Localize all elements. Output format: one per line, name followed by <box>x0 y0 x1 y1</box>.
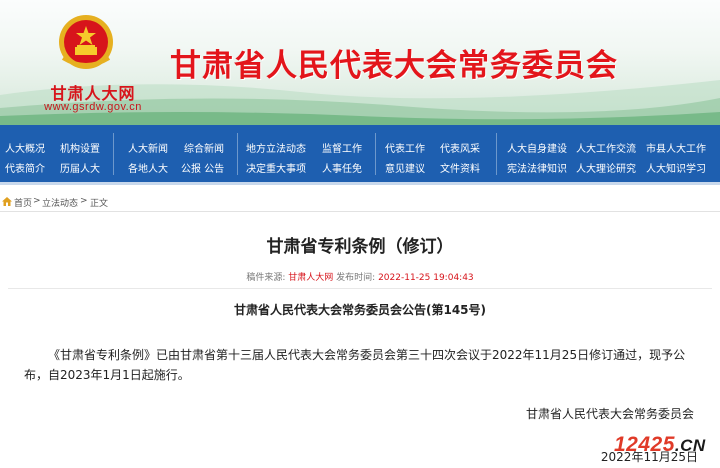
watermark-suffix: .CN <box>674 436 706 455</box>
nav-item-xianfa-falv[interactable]: 宪法法律知识 <box>507 160 567 175</box>
nav-item-renshi-renmian[interactable]: 人事任免 <box>322 160 362 175</box>
nav-item-gedi-renda[interactable]: 各地人大 <box>128 160 168 175</box>
nav-item-jigou-shezhi[interactable]: 机构设置 <box>60 140 100 155</box>
breadcrumb: 首页 > 立法动态 > 正文 <box>0 196 720 210</box>
nav-item-lilun-yanjiu[interactable]: 人大理论研究 <box>576 160 636 175</box>
nav-item-lifa-dongtai[interactable]: 地方立法动态 <box>246 140 306 155</box>
nav-item-daibiao-jianjie[interactable]: 代表简介 <box>5 160 45 175</box>
publish-time: 2022-11-25 19:04:43 <box>378 273 474 283</box>
announcement-title: 甘肃省人民代表大会常务委员会公告(第145号) <box>233 303 487 317</box>
nav-separator <box>113 133 114 175</box>
source-link[interactable]: 甘肃人大网 <box>288 273 333 283</box>
article-signature: 甘肃省人民代表大会常务委员会 <box>525 407 694 421</box>
nav-item-yijian-jianyi[interactable]: 意见建议 <box>385 160 425 175</box>
nav-item-lijie-renda[interactable]: 历届人大 <box>60 160 100 175</box>
nav-item-daibiao-fengcai[interactable]: 代表风采 <box>440 140 480 155</box>
source-label: 稿件来源: <box>246 273 286 283</box>
breadcrumb-separator: > <box>33 196 41 206</box>
nav-item-wenjian-ziliao[interactable]: 文件资料 <box>440 160 480 175</box>
breadcrumb-home-link[interactable]: 首页 <box>14 196 32 209</box>
national-emblem-icon <box>59 15 113 69</box>
breadcrumb-separator: > <box>80 196 88 206</box>
nav-item-renda-xinwen[interactable]: 人大新闻 <box>128 140 168 155</box>
watermark-number: 12425 <box>614 433 675 456</box>
site-banner: 甘肃人大网 www.gsrdw.gov.cn 甘肃省人民代表大会常务委员会 <box>0 0 720 125</box>
home-icon <box>2 197 12 206</box>
nav-item-juedin-zhongda[interactable]: 决定重大事项 <box>246 160 306 175</box>
nav-item-renda-gaikuang[interactable]: 人大概况 <box>5 140 45 155</box>
nav-item-shixian-renda[interactable]: 市县人大工作 <box>646 140 706 155</box>
breadcrumb-section-link[interactable]: 立法动态 <box>42 196 78 209</box>
watermark-logo: 12425.CN <box>614 433 706 457</box>
nav-item-zonghe-xinwen[interactable]: 综合新闻 <box>184 140 224 155</box>
nav-item-ziShen-jianshe[interactable]: 人大自身建设 <box>507 140 567 155</box>
main-nav: 人大概况 机构设置 代表简介 历届人大 人大新闻 综合新闻 各地人大 公报 公告… <box>0 125 720 185</box>
divider <box>0 211 720 212</box>
nav-separator <box>237 133 238 175</box>
article-paragraph: 《甘肃省专利条例》已由甘肃省第十三届人民代表大会常务委员会第三十四次会议于202… <box>24 348 686 382</box>
article-meta: 稿件来源: 甘肃人大网 发布时间: 2022-11-25 19:04:43 <box>0 270 720 283</box>
nav-item-daibiao-gongzuo[interactable]: 代表工作 <box>385 140 425 155</box>
breadcrumb-current: 正文 <box>90 199 109 209</box>
nav-item-jiandu-gongzuo[interactable]: 监督工作 <box>322 140 362 155</box>
banner-title: 甘肃省人民代表大会常务委员会 <box>170 48 618 84</box>
time-label: 发布时间: <box>336 273 376 283</box>
article-title: 甘肃省专利条例（修订） <box>266 237 454 257</box>
nav-item-zhishi-xuexi[interactable]: 人大知识学习 <box>646 160 706 175</box>
site-url[interactable]: www.gsrdw.gov.cn <box>28 101 158 113</box>
nav-item-gongbao-gonggao[interactable]: 公报 公告 <box>181 160 224 175</box>
nav-separator <box>496 133 497 175</box>
nav-item-gongzuo-jiaoliu[interactable]: 人大工作交流 <box>576 140 636 155</box>
divider <box>8 288 712 289</box>
nav-separator <box>375 133 376 175</box>
